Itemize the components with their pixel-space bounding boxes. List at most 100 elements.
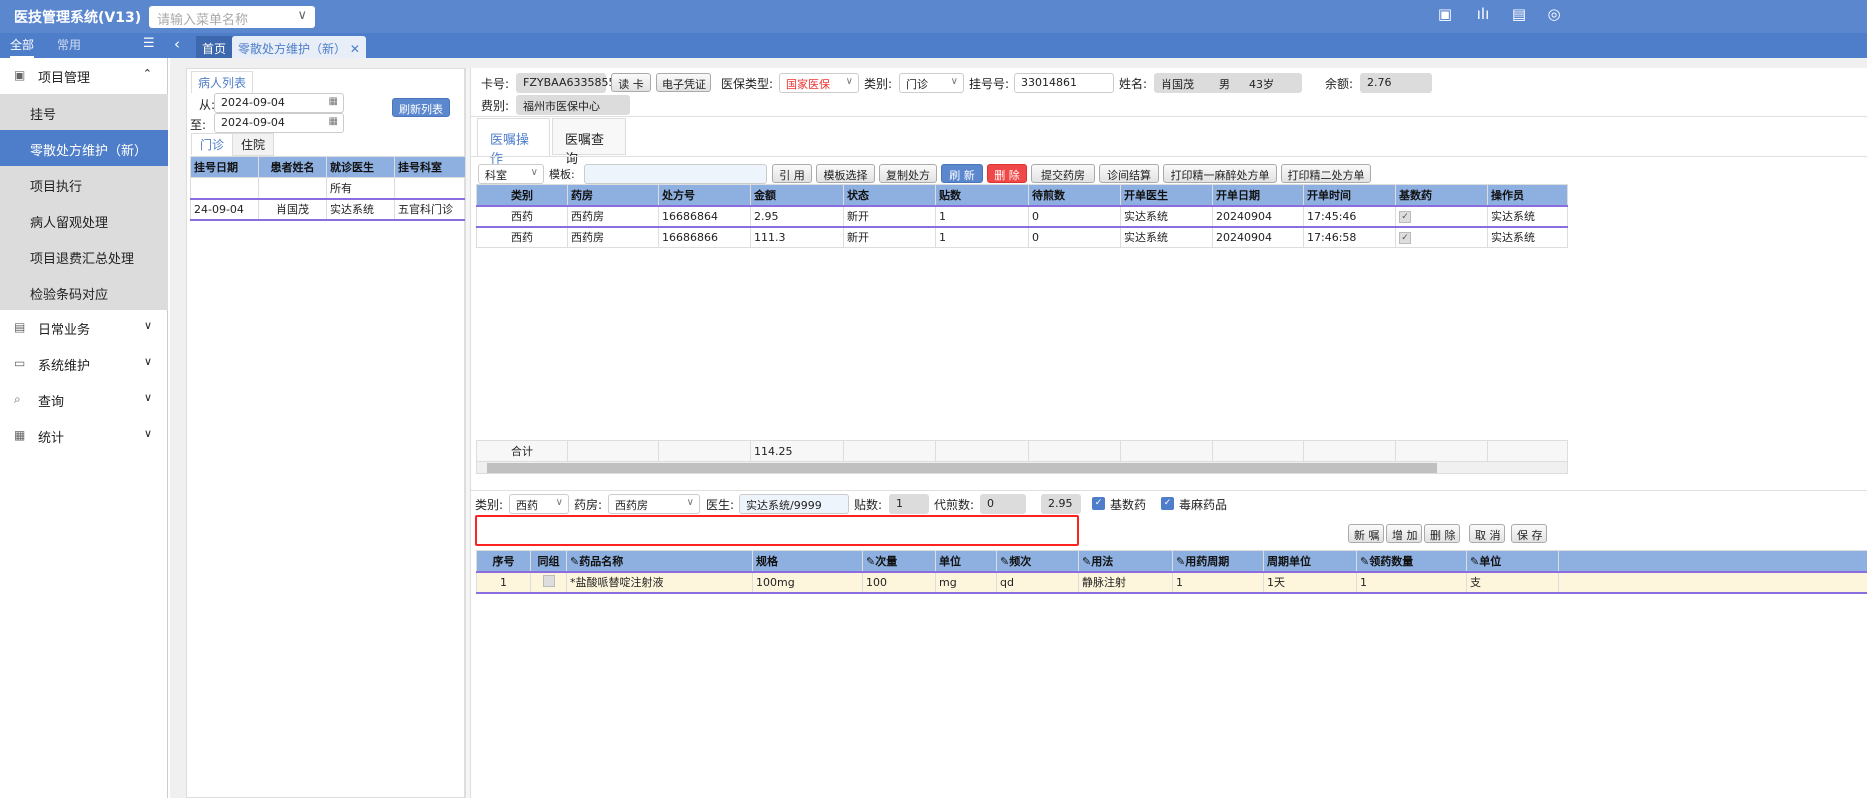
- group-checkbox[interactable]: [542, 574, 555, 587]
- chevron-down-icon: ∨: [555, 497, 563, 508]
- add-button[interactable]: 增 加: [1386, 524, 1422, 543]
- calendar-icon[interactable]: ▦: [329, 96, 338, 107]
- base-drug-checkbox[interactable]: ✓: [1092, 497, 1105, 510]
- column-header: 开单医生: [1120, 184, 1213, 206]
- copy-rx-button[interactable]: 复制处方: [879, 164, 937, 183]
- sidebar-item-rx-maint[interactable]: 零散处方维护（新）: [0, 130, 168, 166]
- save-button[interactable]: 保 存: [1511, 524, 1547, 543]
- sidebar-item-observe[interactable]: 病人留观处理: [0, 202, 168, 238]
- chevron-down-icon: ∨: [530, 167, 538, 178]
- column-header: 待煎数: [1028, 184, 1121, 206]
- prescription-row[interactable]: 西药 西药房 16686866 111.3 新开 1 0 实达系统 20240904 17:46:…: [476, 226, 1568, 248]
- delete-button[interactable]: 删 除: [1424, 524, 1460, 543]
- splitter-handle[interactable]: [465, 68, 470, 798]
- tab-common[interactable]: 常用: [57, 36, 81, 53]
- ins-type-label: 医保类型:: [721, 77, 774, 91]
- tab-inpatient[interactable]: 住院: [232, 133, 275, 156]
- patient-age: 43岁: [1249, 78, 1274, 91]
- to-date-value: 2024-09-04: [221, 116, 285, 129]
- category-value: 门诊: [906, 78, 928, 91]
- patient-list-title: 病人列表: [191, 71, 254, 93]
- doses-field: 1: [889, 494, 929, 514]
- print-narcotic-button[interactable]: 打印精一麻醉处方单: [1163, 164, 1277, 183]
- calendar-icon[interactable]: ▦: [329, 116, 338, 127]
- category-select[interactable]: 门诊 ∨: [899, 73, 964, 93]
- cite-button[interactable]: 引 用: [772, 164, 812, 183]
- group-label: 查询: [38, 395, 65, 410]
- tab-home[interactable]: 首页: [196, 36, 233, 58]
- table-cell: 2.95: [750, 204, 844, 228]
- sidebar-item-exec[interactable]: 项目执行: [0, 166, 168, 202]
- detail-category-select[interactable]: 西药 ∨: [509, 494, 569, 514]
- column-header: 单位: [935, 550, 997, 572]
- table-row[interactable]: 24-09-04 肖国茂 实达系统 五官科门诊: [190, 197, 467, 221]
- sidebar-group-query[interactable]: ⌕ 查询 ∨: [0, 382, 168, 418]
- sidebar-group-project[interactable]: ▣ 项目管理 ⌃: [0, 58, 168, 94]
- si-monitor-icon[interactable]: ▣: [1434, 5, 1456, 25]
- ins-type-select[interactable]: 国家医保 ∨: [779, 73, 859, 93]
- pharmacy-select[interactable]: 西药房 ∨: [608, 494, 700, 514]
- table-cell: 实达系统: [326, 197, 395, 221]
- detail-category-label: 类别:: [475, 498, 504, 512]
- column-header: 患者姓名: [258, 156, 327, 178]
- column-header: 开单日期: [1212, 184, 1304, 206]
- tab-outpatient[interactable]: 门诊: [191, 133, 234, 155]
- filter-cell: [394, 177, 467, 199]
- tab-strip: ‹ 首页 零散处方维护（新） ✕: [168, 33, 1867, 58]
- chevron-down-icon: ∨: [845, 76, 853, 87]
- refresh-button[interactable]: 刷 新: [941, 164, 983, 183]
- dept-value: 科室: [485, 169, 507, 182]
- sidebar-item-refund[interactable]: 项目退费汇总处理: [0, 238, 168, 274]
- from-date-input[interactable]: 2024-09-04 ▦: [214, 93, 344, 113]
- chart-edit-icon[interactable]: ılı: [1472, 5, 1494, 25]
- tab-label: 零散处方维护（新）: [238, 42, 347, 56]
- template-input[interactable]: [584, 164, 767, 184]
- drug-row[interactable]: 1 *盐酸哌替啶注射液 100mg 100 mg qd 静脉注射 1 1天 1 支: [476, 570, 1867, 594]
- reg-no-input[interactable]: 33014861: [1014, 73, 1114, 93]
- card-number-field: FZYBAA6335855: [516, 73, 615, 93]
- to-date-input[interactable]: 2024-09-04 ▦: [214, 113, 344, 133]
- ins-type-value: 国家医保: [786, 78, 830, 91]
- table-cell: 西药: [476, 226, 568, 248]
- receipt-icon[interactable]: ▤: [1508, 5, 1530, 25]
- si-circle-icon[interactable]: ◎: [1543, 5, 1565, 25]
- menu-search-input[interactable]: 请输入菜单名称 ∨: [149, 6, 315, 28]
- refresh-list-button[interactable]: 刷新列表: [392, 98, 450, 117]
- filter-row[interactable]: 所有: [190, 177, 467, 199]
- collapse-menu-icon[interactable]: ☰: [143, 36, 155, 51]
- table-cell: 100: [862, 570, 936, 594]
- tab-order-operation[interactable]: 医嘱操作: [477, 118, 550, 167]
- dept-select[interactable]: 科室 ∨: [478, 164, 544, 184]
- sidebar-group-daily[interactable]: ▤ 日常业务 ∨: [0, 310, 168, 346]
- submit-pharmacy-button[interactable]: 提交药房: [1031, 164, 1095, 183]
- read-card-button[interactable]: 读 卡: [611, 73, 651, 92]
- detail-category-value: 西药: [516, 499, 538, 512]
- close-icon[interactable]: ✕: [350, 42, 360, 56]
- base-drug-label: 基数药: [1110, 498, 1147, 512]
- template-select-button[interactable]: 模板选择: [816, 164, 875, 183]
- patient-name: 肖国茂: [1161, 78, 1194, 91]
- sidebar-group-system[interactable]: ▭ 系统维护 ∨: [0, 346, 168, 382]
- column-header: ✎用法: [1078, 550, 1173, 572]
- prescription-row[interactable]: 西药 西药房 16686864 2.95 新开 1 0 实达系统 20240904 17:45:4…: [476, 204, 1568, 228]
- delete-button[interactable]: 删 除: [987, 164, 1027, 183]
- clinic-settle-button[interactable]: 诊间结算: [1099, 164, 1159, 183]
- tab-order-query[interactable]: 医嘱查询: [552, 118, 626, 167]
- sidebar-tabs: 全部 常用 ☰: [0, 33, 168, 58]
- sidebar-item-register[interactable]: 挂号: [0, 94, 168, 130]
- cancel-button[interactable]: 取 消: [1469, 524, 1505, 543]
- tab-current[interactable]: 零散处方维护（新） ✕: [232, 36, 366, 58]
- print-psych2-button[interactable]: 打印精二处方单: [1281, 164, 1371, 183]
- tabs-back-icon[interactable]: ‹: [174, 35, 180, 53]
- from-label: 从:: [199, 98, 216, 112]
- horizontal-scrollbar[interactable]: [476, 461, 1568, 474]
- group-cell[interactable]: [530, 570, 567, 594]
- narcotic-checkbox[interactable]: ✓: [1161, 497, 1174, 510]
- doctor-input[interactable]: 实达系统/9999: [739, 494, 849, 514]
- prescription-table: 类别 药房 处方号 金额 状态 贴数 待煎数 开单医生 开单日期 开单时间 基数药 操作员 西药 西药房 1…: [476, 184, 1568, 248]
- sidebar-item-barcode[interactable]: 检验条码对应: [0, 274, 168, 310]
- sidebar-group-stats[interactable]: ▦ 统计 ∨: [0, 418, 168, 454]
- tab-all[interactable]: 全部: [10, 36, 35, 58]
- new-order-button[interactable]: 新 嘱: [1348, 524, 1384, 543]
- e-voucher-button[interactable]: 电子凭证: [656, 73, 711, 92]
